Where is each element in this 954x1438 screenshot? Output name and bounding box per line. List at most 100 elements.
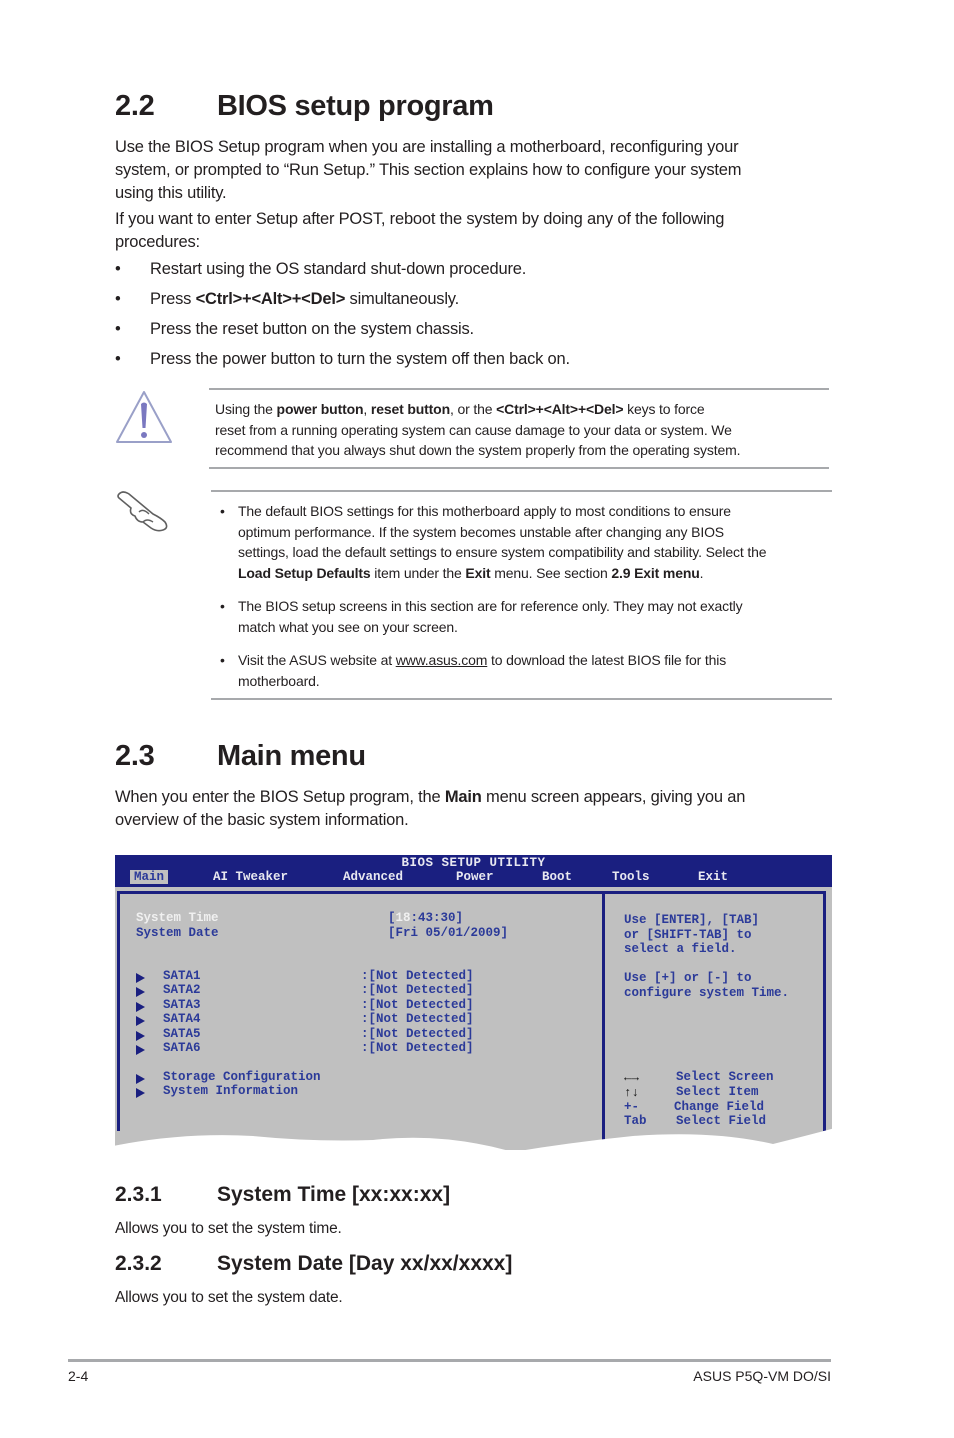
bios-menu-boot[interactable]: Boot — [542, 870, 572, 884]
page-number: 2-4 — [68, 1368, 89, 1384]
bios-menu-power[interactable]: Power — [456, 870, 494, 884]
system-date-value[interactable]: [Fri 05/01/2009] — [388, 926, 508, 940]
system-time-value[interactable]: [18:43:30] — [388, 911, 463, 925]
sata5-value: :[Not Detected] — [361, 1027, 474, 1041]
panel-border — [117, 891, 826, 894]
section-number: 2.3 — [115, 740, 155, 772]
text-line: overview of the basic system information… — [115, 811, 409, 829]
text-line: settings, load the default settings to e… — [238, 544, 767, 560]
key-action: Select Item — [676, 1085, 759, 1099]
tab-key: Tab — [624, 1114, 647, 1128]
bullet-dot: • — [115, 260, 121, 278]
torn-edge-decoration — [113, 1128, 835, 1158]
asus-website-link[interactable]: www.asus.com — [396, 652, 488, 668]
bios-screenshot: BIOS SETUP UTILITY Main AI Tweaker Advan… — [115, 855, 832, 1150]
text: . — [699, 564, 704, 581]
bullet-dot: • — [220, 503, 225, 519]
divider — [209, 467, 829, 469]
text-line: match what you see on your screen. — [238, 618, 458, 635]
footer-divider — [68, 1359, 831, 1362]
system-information-item[interactable]: System Information — [163, 1084, 298, 1098]
divider — [211, 698, 832, 700]
bullet-text: Press <Ctrl>+<Alt>+<Del> simultaneously. — [150, 290, 459, 309]
bullet-text: Press the power button to turn the syste… — [150, 350, 570, 368]
submenu-arrow-icon — [136, 987, 145, 997]
help-text-line: configure system Time. — [624, 986, 790, 1000]
text-line: Using the power button, reset button, or… — [215, 399, 830, 420]
text-line: reset from a running operating system ca… — [215, 421, 732, 438]
section-number: 2.2 — [115, 90, 155, 122]
text: When you enter the BIOS Setup program, t… — [115, 788, 445, 806]
text-line: motherboard. — [238, 672, 320, 689]
section-reference: 2.9 Exit menu — [611, 564, 700, 581]
help-text-line: select a field. — [624, 942, 737, 956]
bios-menu-exit[interactable]: Exit — [698, 870, 728, 884]
key-action: Select Field — [676, 1114, 767, 1128]
sata6-value: :[Not Detected] — [361, 1041, 474, 1055]
text-line: Use the BIOS Setup program when you are … — [115, 138, 739, 156]
text-line: using this utility. — [115, 184, 227, 202]
time-rest: :43:30] — [410, 911, 464, 925]
bios-menu-advanced[interactable]: Advanced — [343, 870, 403, 884]
system-date-label[interactable]: System Date — [136, 926, 219, 940]
section-title: BIOS setup program — [217, 90, 494, 122]
sata6-label[interactable]: SATA6 — [163, 1041, 201, 1055]
section-2-3-heading: 2.3 Main menu — [115, 740, 815, 776]
section-2-3-1-heading: 2.3.1 System Time [xx:xx:xx] — [115, 1183, 815, 1209]
text: , — [363, 401, 371, 417]
divider — [211, 490, 832, 492]
bios-menu-main[interactable]: Main — [130, 870, 169, 884]
submenu-arrow-icon — [136, 1031, 145, 1041]
text: simultaneously. — [345, 290, 460, 308]
plus-minus-key: +- — [624, 1100, 640, 1114]
bios-main-panel: System Time [18:43:30] System Date [Fri … — [115, 887, 832, 1150]
section-2-2-heading: 2.2 BIOS setup program — [115, 90, 815, 126]
system-time-label[interactable]: System Time — [136, 911, 219, 925]
warning-triangle-icon — [113, 388, 175, 448]
product-name: ASUS P5Q-VM DO/SI — [693, 1368, 831, 1384]
text-line: Visit the ASUS website at www.asus.com t… — [238, 650, 833, 671]
emphasis: Exit — [465, 564, 491, 581]
bullet-text: Restart using the OS standard shut-down … — [150, 260, 527, 278]
sata1-label[interactable]: SATA1 — [163, 969, 201, 983]
text-line: The BIOS setup screens in this section a… — [238, 598, 743, 614]
bracket: [ — [388, 911, 396, 925]
hour-field[interactable]: 18 — [396, 911, 411, 925]
sata4-value: :[Not Detected] — [361, 1012, 474, 1026]
storage-configuration-item[interactable]: Storage Configuration — [163, 1070, 321, 1084]
bullet-text: Press the reset button on the system cha… — [150, 320, 474, 338]
panel-border — [117, 891, 120, 1131]
section-number: 2.3.1 — [115, 1183, 162, 1206]
bios-menu-ai-tweaker[interactable]: AI Tweaker — [213, 870, 288, 884]
sata2-label[interactable]: SATA2 — [163, 983, 201, 997]
sata4-label[interactable]: SATA4 — [163, 1012, 201, 1026]
sata5-label[interactable]: SATA5 — [163, 1027, 201, 1041]
up-down-arrows-icon: ↑↓ — [624, 1086, 640, 1100]
text: , or the — [449, 401, 497, 417]
section-title: Main menu — [217, 740, 366, 772]
note-text: The default BIOS settings for this mothe… — [238, 501, 833, 583]
help-text-line: or [SHIFT-TAB] to — [624, 928, 752, 942]
note-text: Visit the ASUS website at www.asus.com t… — [238, 650, 833, 691]
key-action: Select Screen — [676, 1070, 774, 1084]
text: item under the — [370, 564, 466, 581]
text: menu. See section — [490, 564, 612, 581]
left-right-arrows-icon: ←→ — [624, 1071, 640, 1085]
section-2-3-2-heading: 2.3.2 System Date [Day xx/xx/xxxx] — [115, 1252, 815, 1278]
bios-title: BIOS SETUP UTILITY — [401, 856, 546, 870]
sata3-label[interactable]: SATA3 — [163, 998, 201, 1012]
text-line: system, or prompted to “Run Setup.” This… — [115, 161, 742, 179]
submenu-arrow-icon — [136, 1045, 145, 1055]
text-line: recommend that you always shut down the … — [215, 442, 741, 458]
sata2-value: :[Not Detected] — [361, 983, 474, 997]
bios-menu-tools[interactable]: Tools — [612, 870, 650, 884]
text-line: When you enter the BIOS Setup program, t… — [115, 786, 835, 809]
bullet-dot: • — [115, 290, 121, 308]
section-body: Allows you to set the system date. — [115, 1289, 343, 1306]
submenu-arrow-icon — [136, 1074, 145, 1084]
bullet-dot: • — [220, 598, 225, 614]
emphasis: Main — [444, 788, 482, 806]
text-line: The default BIOS settings for this mothe… — [238, 503, 731, 519]
section-body: Allows you to set the system time. — [115, 1220, 342, 1237]
help-text-line: Use [ENTER], [TAB] — [624, 913, 760, 927]
